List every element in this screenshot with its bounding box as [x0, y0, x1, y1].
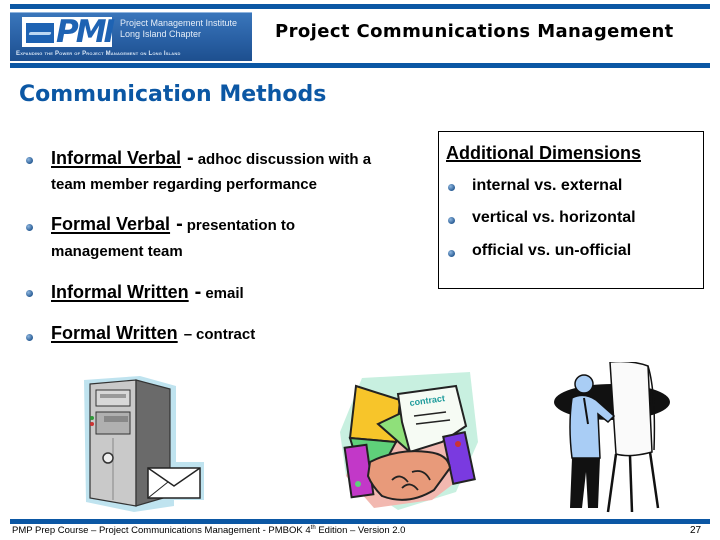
dimension-item: internal vs. external: [472, 177, 623, 194]
method-separator: -: [194, 281, 202, 303]
logo-mark: PMI: [22, 14, 115, 50]
header-title: Project Communications Management: [275, 21, 674, 42]
contract-handshake-icon: contract: [340, 372, 478, 510]
footer-text-edition: Edition – Version 2.0: [315, 525, 406, 537]
logo-institute-line1: Project Management Institute: [120, 18, 238, 28]
bullet-icon: [448, 217, 455, 224]
method-separator: –: [183, 326, 193, 343]
computer-email-icon: [84, 376, 204, 512]
method-desc-continued: management team: [51, 243, 183, 260]
method-term: Informal Written: [51, 282, 189, 302]
bullet-icon: [26, 334, 33, 341]
footer-rule: [10, 519, 710, 524]
method-item-informal-verbal: Informal Verbal - adhoc discussion with a: [51, 147, 371, 170]
logo-acronym: PMI: [56, 14, 115, 50]
logo-institute-line2: Long Island Chapter: [120, 29, 202, 39]
method-desc: contract: [196, 326, 256, 343]
method-separator: -: [176, 213, 183, 235]
page-number: 27: [690, 525, 702, 536]
bullet-icon: [448, 184, 455, 191]
dimension-item: official vs. un-official: [472, 242, 632, 259]
method-desc: presentation to: [186, 217, 296, 234]
method-item-formal-verbal: Formal Verbal - presentation to: [51, 213, 295, 236]
method-item-informal-written: Informal Written - email: [51, 281, 244, 304]
long-island-icon: [26, 23, 54, 43]
method-term: Formal Verbal: [51, 214, 171, 234]
method-term: Informal Verbal: [51, 148, 182, 168]
method-separator: -: [187, 147, 194, 169]
footer-course-info: PMP Prep Course – Project Communications…: [12, 525, 405, 536]
header-top-rule: [10, 4, 710, 9]
method-item-formal-written: Formal Written – contract: [51, 323, 255, 344]
method-desc: adhoc discussion with a: [197, 151, 372, 168]
footer-text-main: PMP Prep Course – Project Communications…: [12, 525, 311, 537]
logo-institute-name: Project Management Institute Long Island…: [120, 18, 237, 40]
additional-dimensions-box: Additional Dimensions internal vs. exter…: [438, 131, 704, 289]
logo-tagline: Expanding the Power of Project Managemen…: [16, 51, 181, 57]
pmi-logo: PMI Project Management Institute Long Is…: [10, 12, 252, 61]
header-bottom-rule: [10, 63, 710, 68]
method-desc: email: [205, 285, 244, 302]
bullet-icon: [26, 224, 33, 231]
bullet-icon: [448, 250, 455, 257]
presenter-flipchart-icon: [554, 362, 670, 513]
bullet-icon: [26, 290, 33, 297]
method-desc-continued: team member regarding performance: [51, 176, 317, 193]
slide-title: Communication Methods: [19, 82, 327, 107]
dimension-item: vertical vs. horizontal: [472, 209, 636, 226]
method-term: Formal Written: [51, 323, 178, 343]
bullet-icon: [26, 157, 33, 164]
dimensions-title: Additional Dimensions: [446, 143, 642, 163]
